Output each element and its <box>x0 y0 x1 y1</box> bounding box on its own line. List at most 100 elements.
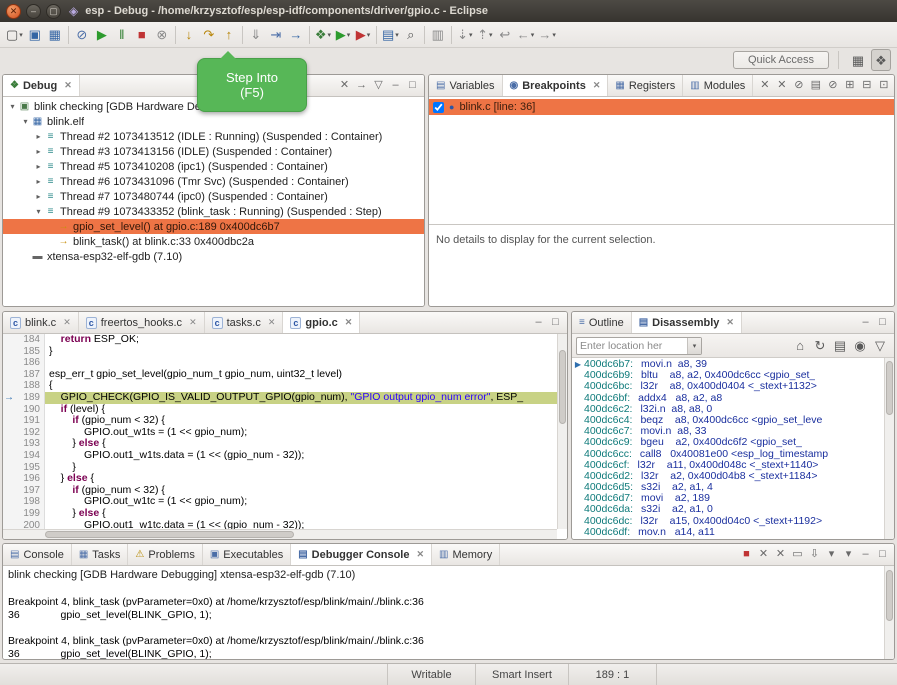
open-console-button[interactable]: ▾ <box>840 546 857 564</box>
instruction-pointer-icon[interactable]: → <box>3 392 15 404</box>
annotation-ruler[interactable] <box>3 404 15 416</box>
maximize-button[interactable]: □ <box>404 77 421 95</box>
close-icon[interactable]: ✕ <box>63 317 71 328</box>
close-button[interactable]: ✕ <box>6 4 21 19</box>
debug-tree-row[interactable]: ▾≡Thread #9 1073433352 (blink_task : Run… <box>3 204 424 219</box>
scrollbar-thumb[interactable] <box>45 531 294 538</box>
editor-line[interactable]: 198 GPIO.out_w1tc = (1 << gpio_num); <box>3 496 557 508</box>
tab-breakpoints[interactable]: ◉ Breakpoints ✕ <box>503 75 609 96</box>
debug-tree-row[interactable]: ▾▦blink.elf <box>3 114 424 129</box>
disassembly-line[interactable]: 400dc6df:mov.n a14, a11 <box>572 527 884 538</box>
maximize-button[interactable]: □ <box>874 546 891 564</box>
location-input[interactable] <box>577 338 687 354</box>
editor-line[interactable]: 200 GPIO.out1_w1tc.data = (1 << (gpio_nu… <box>3 520 557 530</box>
expander-open-icon[interactable]: ▾ <box>7 102 18 111</box>
minimize-button[interactable]: – <box>530 314 547 332</box>
tab-modules[interactable]: ▥ Modules <box>683 75 753 96</box>
tab-outline[interactable]: ≡ Outline <box>572 312 632 333</box>
new-source-file-button[interactable]: ▤▾ <box>380 24 401 46</box>
editor-line[interactable]: 193 } else { <box>3 438 557 450</box>
tab-tasks[interactable]: ▦ Tasks <box>72 544 129 565</box>
annotation-ruler[interactable] <box>3 438 15 450</box>
suspend-button[interactable]: ‖ <box>112 24 132 46</box>
close-icon[interactable]: ✕ <box>64 80 72 91</box>
skip-all-breakpoints-button[interactable]: ⊘ <box>824 77 841 95</box>
tab-problems[interactable]: ⚠ Problems <box>128 544 202 565</box>
tab-executables[interactable]: ▣ Executables <box>203 544 291 565</box>
debug-tree-row[interactable]: ▸≡Thread #2 1073413512 (IDLE : Running) … <box>3 129 424 144</box>
editor-line[interactable]: 194 GPIO.out1_w1ts.data = (1 << (gpio_nu… <box>3 450 557 462</box>
expand-all-button[interactable]: ⊞ <box>841 77 858 95</box>
refresh-button[interactable]: ↻ <box>810 335 830 357</box>
editor-line[interactable]: 185} <box>3 346 557 358</box>
disconnect-button[interactable]: ⊗ <box>152 24 172 46</box>
debug-tree-row[interactable]: →gpio_set_level() at gpio.c:189 0x400dc6… <box>3 219 424 234</box>
quick-access-button[interactable]: Quick Access <box>733 51 829 69</box>
save-button[interactable]: ▣ <box>25 24 45 46</box>
annotation-ruler[interactable] <box>3 369 15 381</box>
debug-tree-row[interactable]: ▸≡Thread #3 1073413156 (IDLE) (Suspended… <box>3 144 424 159</box>
step-over-button[interactable]: ↷ <box>199 24 219 46</box>
search-button[interactable]: ⌕ <box>401 24 421 46</box>
show-breakpoints-supported-button[interactable]: ⊘ <box>790 77 807 95</box>
use-step-filters-button[interactable]: ⇥ <box>266 24 286 46</box>
close-icon[interactable]: ✕ <box>593 80 601 91</box>
disassembly-line[interactable]: 400dc6cc:call8 0x40081e00 <esp_log_times… <box>572 449 884 460</box>
remove-all-breakpoints-button[interactable]: ✕ <box>773 77 790 95</box>
editor-line[interactable]: 186 <box>3 357 557 369</box>
back-button[interactable]: ←▾ <box>515 24 537 46</box>
step-return-button[interactable]: ↑ <box>219 24 239 46</box>
remove-launch-button[interactable]: ✕ <box>755 546 772 564</box>
new-button[interactable]: ▢▾ <box>4 24 25 46</box>
disassembly-line[interactable]: 400dc6da:s32i a2, a1, 0 <box>572 504 884 515</box>
scrollbar-thumb[interactable] <box>886 361 893 415</box>
minimize-button[interactable]: – <box>387 77 404 95</box>
minimize-button[interactable]: – <box>857 546 874 564</box>
annotation-ruler[interactable] <box>3 357 15 369</box>
annotation-ruler[interactable] <box>3 427 15 439</box>
previous-annotation-button[interactable]: ⇡▾ <box>475 24 495 46</box>
debug-tree-row[interactable]: ▸≡Thread #6 1073431096 (Tmr Svc) (Suspen… <box>3 174 424 189</box>
expander-open-icon[interactable]: ▾ <box>20 117 31 126</box>
remove-selected-breakpoints-button[interactable]: ✕ <box>756 77 773 95</box>
last-edit-location-button[interactable]: ↩ <box>495 24 515 46</box>
annotation-ruler[interactable] <box>3 346 15 358</box>
instruction-stepping-mode-button[interactable]: → <box>353 77 370 95</box>
close-icon[interactable]: ✕ <box>345 317 353 328</box>
debug-button[interactable]: ❖▾ <box>313 24 333 46</box>
drop-to-frame-button[interactable]: ⇓ <box>246 24 266 46</box>
tab-memory[interactable]: ▥ Memory <box>432 544 500 565</box>
editor-line[interactable]: 195 } <box>3 462 557 474</box>
annotation-ruler[interactable] <box>3 450 15 462</box>
instruction-stepping-mode-button[interactable]: → <box>286 24 306 46</box>
view-menu-button[interactable]: ▽ <box>370 77 387 95</box>
expander-closed-icon[interactable]: ▸ <box>33 147 44 156</box>
tab-variables[interactable]: ▤ Variables <box>429 75 503 96</box>
debug-tree-row[interactable]: ▸≡Thread #5 1073410208 (ipc1) (Suspended… <box>3 159 424 174</box>
tab-freertos-hooks-c[interactable]: c freertos_hooks.c ✕ <box>79 312 205 333</box>
breakpoint-row[interactable]: ●blink.c [line: 36] <box>429 99 894 115</box>
terminate-button[interactable]: ■ <box>132 24 152 46</box>
home-button[interactable]: ⌂ <box>790 335 810 357</box>
forward-button[interactable]: →▾ <box>536 24 558 46</box>
tab-disassembly[interactable]: ▤ Disassembly ✕ <box>632 312 742 333</box>
annotation-ruler[interactable] <box>3 473 15 485</box>
close-icon[interactable]: ✕ <box>189 317 197 328</box>
step-into-button[interactable]: ↓ <box>179 24 199 46</box>
tab-console[interactable]: ▤ Console <box>3 544 72 565</box>
debug-tree-row[interactable]: ▸≡Thread #7 1073480744 (ipc0) (Suspended… <box>3 189 424 204</box>
sync-selection-button[interactable]: ◉ <box>850 335 870 357</box>
scrollbar-thumb[interactable] <box>886 570 893 621</box>
annotation-ruler[interactable] <box>3 520 15 530</box>
editor-line[interactable]: 188{ <box>3 380 557 392</box>
remove-all-terminated-button[interactable]: ✕ <box>336 77 353 95</box>
save-all-button[interactable]: ▦ <box>45 24 65 46</box>
tab-registers[interactable]: ▦ Registers <box>608 75 683 96</box>
expander-closed-icon[interactable]: ▸ <box>33 192 44 201</box>
minimize-button[interactable]: – <box>26 4 41 19</box>
tab-blink-c[interactable]: c blink.c ✕ <box>3 312 79 333</box>
go-to-file-for-breakpoint-button[interactable]: ▤ <box>807 77 824 95</box>
annotation-ruler[interactable] <box>3 334 15 346</box>
code-editor[interactable]: 184 return ESP_OK;185}186187esp_err_t gp… <box>3 334 567 539</box>
expander-closed-icon[interactable]: ▸ <box>33 177 44 186</box>
